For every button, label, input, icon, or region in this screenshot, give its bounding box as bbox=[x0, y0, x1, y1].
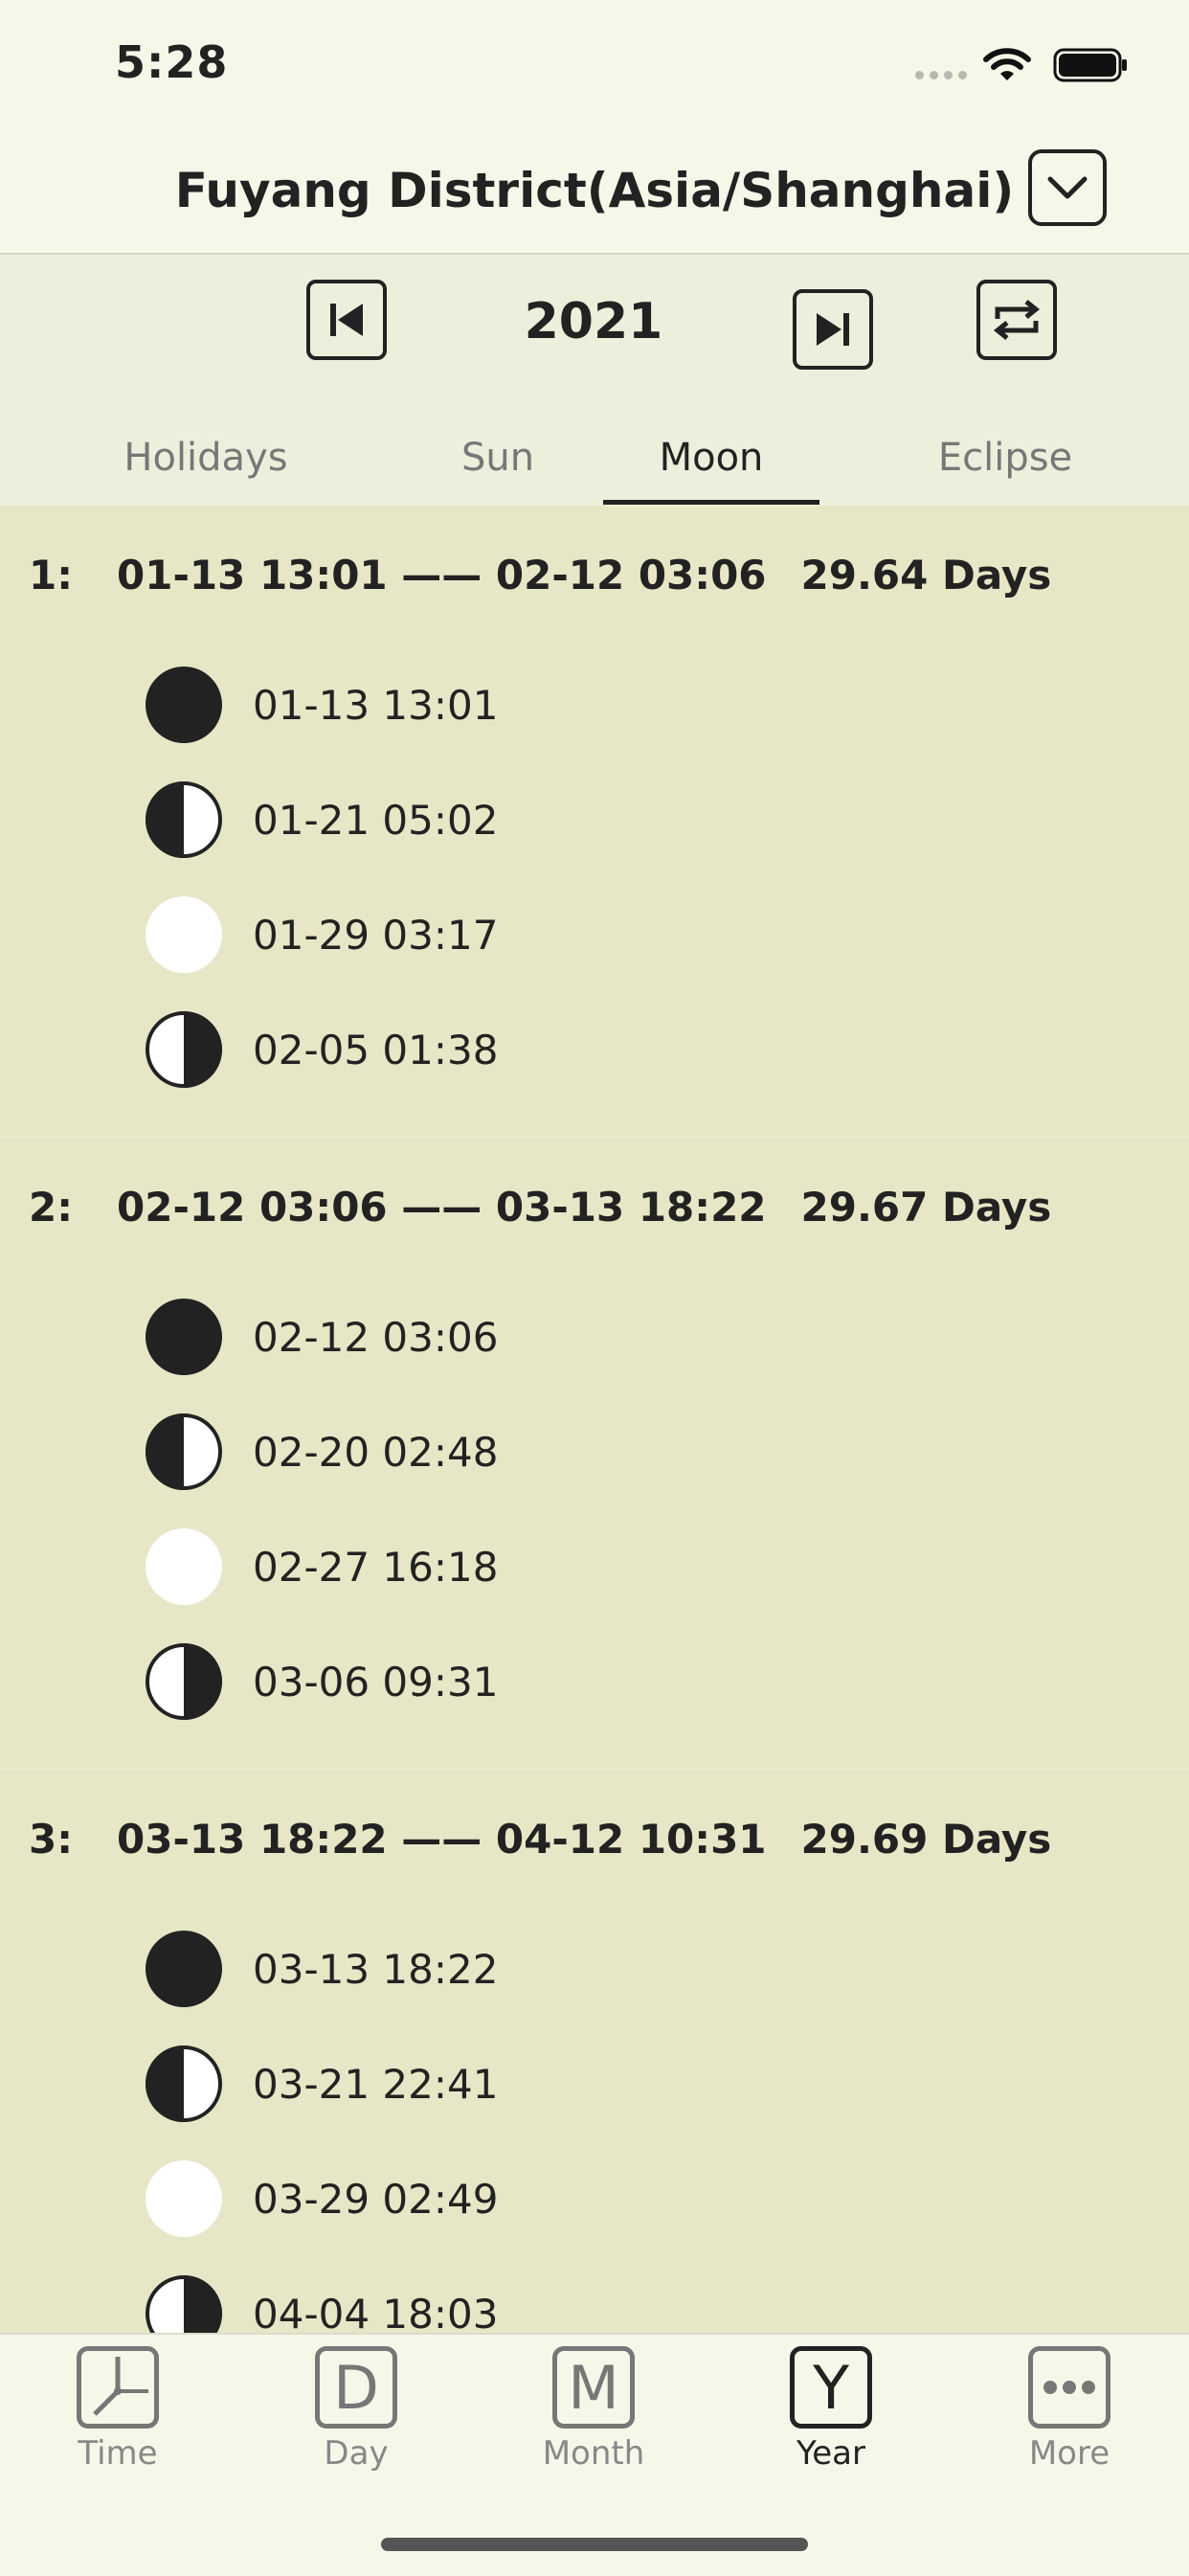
tabbar-label: Day bbox=[324, 2434, 389, 2473]
period-header: 1: 01-13 13:01 —— 02-12 03:06 29.64 Days bbox=[29, 552, 1051, 599]
phase-time: 02-05 01:38 bbox=[253, 1026, 499, 1073]
tabbar-item-month[interactable]: M Month bbox=[517, 2346, 670, 2473]
period-duration: 29.67 Days bbox=[800, 1184, 1052, 1231]
phase-time: 01-29 03:17 bbox=[253, 911, 499, 959]
reset-button[interactable] bbox=[976, 280, 1057, 360]
status-time: 5:28 bbox=[115, 36, 229, 88]
tabbar-item-more[interactable]: More bbox=[993, 2346, 1146, 2473]
battery-icon bbox=[1053, 48, 1127, 82]
year-label: 2021 bbox=[524, 293, 663, 350]
more-icon bbox=[1028, 2346, 1110, 2429]
period-range: 02-12 03:06 —— 03-13 18:22 bbox=[117, 1184, 767, 1231]
tabbar-label: Time bbox=[78, 2434, 158, 2473]
phase-row: 02-27 16:18 bbox=[144, 1526, 498, 1607]
status-bar: 5:28 bbox=[0, 0, 1189, 134]
tabbar-label: Month bbox=[542, 2434, 645, 2473]
period-index: 1: bbox=[29, 552, 74, 599]
previous-year-button[interactable] bbox=[306, 280, 387, 360]
repeat-icon bbox=[993, 300, 1041, 340]
phase-row: 02-12 03:06 bbox=[144, 1297, 498, 1377]
last-quarter-moon-icon bbox=[146, 2275, 222, 2333]
period-index: 2: bbox=[29, 1184, 74, 1231]
tab-holidays[interactable]: Holidays bbox=[105, 410, 306, 506]
phase-time: 03-29 02:49 bbox=[253, 2175, 499, 2223]
tabbar-item-time[interactable]: Time bbox=[41, 2346, 194, 2473]
tabbar-label: More bbox=[1028, 2434, 1110, 2473]
segment-tabs: Holidays Sun Moon Eclipse bbox=[0, 410, 1189, 506]
moon-phase-list[interactable]: 1: 01-13 13:01 —— 02-12 03:06 29.64 Days 0… bbox=[0, 506, 1189, 2333]
phase-time: 04-04 18:03 bbox=[253, 2290, 499, 2334]
next-year-button[interactable] bbox=[793, 289, 873, 370]
period-range: 01-13 13:01 —— 02-12 03:06 bbox=[117, 552, 767, 599]
lunar-period: 1: 01-13 13:01 —— 02-12 03:06 29.64 Days 0… bbox=[0, 506, 1189, 1138]
lunar-period: 2: 02-12 03:06 —— 03-13 18:22 29.67 Days 0… bbox=[0, 1138, 1189, 1770]
page-title: Fuyang District(Asia/Shanghai) bbox=[174, 163, 1015, 218]
cellular-signal-icon bbox=[915, 71, 967, 79]
skip-forward-icon bbox=[817, 313, 849, 346]
full-moon-icon bbox=[146, 896, 222, 973]
active-tab-indicator bbox=[603, 500, 819, 505]
phase-time: 02-12 03:06 bbox=[253, 1313, 499, 1361]
wifi-icon bbox=[983, 48, 1031, 80]
new-moon-icon bbox=[146, 1299, 222, 1375]
year-toolbar: 2021 Holidays Sun Moon Eclipse bbox=[0, 255, 1189, 506]
phase-time: 03-13 18:22 bbox=[253, 1945, 499, 1993]
phase-row: 01-13 13:01 bbox=[144, 665, 498, 745]
period-header: 3: 03-13 18:22 —— 04-12 10:31 29.69 Days bbox=[29, 1816, 1051, 1863]
first-quarter-moon-icon bbox=[146, 781, 222, 858]
last-quarter-moon-icon bbox=[146, 1643, 222, 1720]
lunar-period: 3: 03-13 18:22 —— 04-12 10:31 29.69 Days 0… bbox=[0, 1770, 1189, 2333]
phase-time: 02-20 02:48 bbox=[253, 1428, 499, 1476]
full-moon-icon bbox=[146, 1528, 222, 1605]
phase-time: 01-13 13:01 bbox=[253, 681, 499, 729]
phase-time: 01-21 05:02 bbox=[253, 796, 499, 844]
tab-sun[interactable]: Sun bbox=[402, 410, 594, 506]
phase-row: 03-21 22:41 bbox=[144, 2044, 498, 2124]
period-index: 3: bbox=[29, 1816, 74, 1863]
phase-row: 03-13 18:22 bbox=[144, 1929, 498, 2009]
phase-row: 01-29 03:17 bbox=[144, 894, 498, 975]
clock-icon bbox=[77, 2346, 159, 2429]
day-calendar-icon: D bbox=[315, 2346, 397, 2429]
skip-back-icon bbox=[330, 304, 363, 336]
location-dropdown-button[interactable] bbox=[1028, 149, 1107, 226]
new-moon-icon bbox=[146, 667, 222, 743]
period-header: 2: 02-12 03:06 —— 03-13 18:22 29.67 Days bbox=[29, 1184, 1051, 1231]
phase-row: 02-05 01:38 bbox=[144, 1009, 498, 1090]
period-duration: 29.64 Days bbox=[800, 552, 1052, 599]
chevron-down-icon bbox=[1047, 176, 1088, 199]
phase-time: 02-27 16:18 bbox=[253, 1543, 499, 1591]
phase-row: 02-20 02:48 bbox=[144, 1412, 498, 1492]
phase-time: 03-21 22:41 bbox=[253, 2060, 499, 2108]
year-calendar-icon: Y bbox=[790, 2346, 872, 2429]
first-quarter-moon-icon bbox=[146, 1413, 222, 1490]
first-quarter-moon-icon bbox=[146, 2045, 222, 2122]
home-indicator bbox=[381, 2538, 808, 2551]
tabbar-item-day[interactable]: D Day bbox=[280, 2346, 433, 2473]
last-quarter-moon-icon bbox=[146, 1011, 222, 1088]
period-range: 03-13 18:22 —— 04-12 10:31 bbox=[117, 1816, 767, 1863]
period-duration: 29.69 Days bbox=[800, 1816, 1052, 1863]
title-header: Fuyang District(Asia/Shanghai) bbox=[0, 134, 1189, 255]
phase-row: 01-21 05:02 bbox=[144, 780, 498, 860]
tab-moon[interactable]: Moon bbox=[603, 410, 819, 506]
phase-row: 03-06 09:31 bbox=[144, 1641, 498, 1722]
tab-eclipse[interactable]: Eclipse bbox=[890, 410, 1120, 506]
month-calendar-icon: M bbox=[552, 2346, 635, 2429]
tabbar-item-year[interactable]: Y Year bbox=[754, 2346, 908, 2473]
phase-time: 03-06 09:31 bbox=[253, 1658, 499, 1706]
full-moon-icon bbox=[146, 2160, 222, 2237]
phase-row: 04-04 18:03 bbox=[144, 2273, 498, 2333]
tabbar-label: Year bbox=[796, 2434, 865, 2473]
new-moon-icon bbox=[146, 1931, 222, 2007]
phase-row: 03-29 02:49 bbox=[144, 2158, 498, 2239]
